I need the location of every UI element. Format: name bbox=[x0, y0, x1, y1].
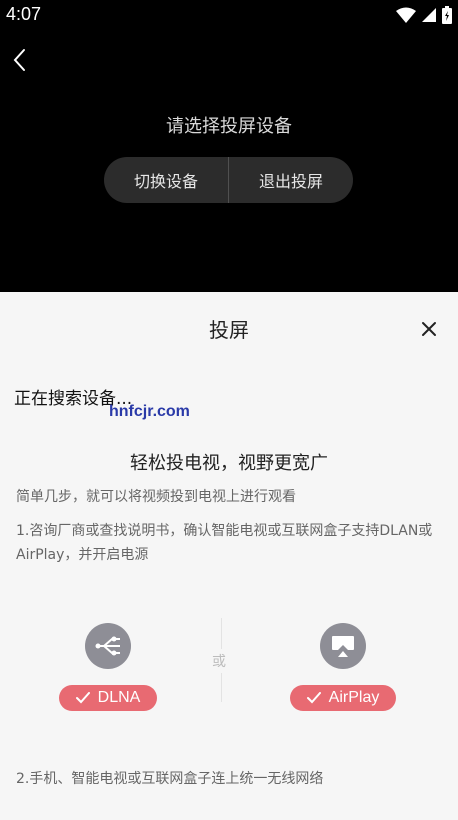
check-icon bbox=[75, 692, 90, 704]
sheet-title: 投屏 bbox=[209, 318, 249, 342]
back-button[interactable] bbox=[8, 46, 34, 74]
close-icon bbox=[422, 322, 436, 336]
chevron-left-icon bbox=[13, 49, 25, 71]
watermark: hnfcjr.com bbox=[109, 403, 190, 420]
share-nodes-icon bbox=[85, 623, 131, 669]
promo-subtitle: 简单几步，就可以将视频投到电视上进行观看 bbox=[16, 489, 296, 505]
exit-cast-button[interactable]: 退出投屏 bbox=[229, 157, 353, 203]
step-2-text: 2.手机、智能电视或互联网盒子连上统一无线网络 bbox=[16, 771, 324, 787]
check-icon bbox=[306, 692, 321, 704]
select-device-title: 请选择投屏设备 bbox=[166, 116, 292, 137]
airplay-tag: AirPlay bbox=[290, 685, 396, 711]
battery-icon bbox=[442, 6, 452, 24]
status-time: 4:07 bbox=[6, 4, 42, 24]
or-text: 或 bbox=[212, 649, 226, 673]
switch-device-button[interactable]: 切换设备 bbox=[104, 157, 228, 203]
status-bar: 4:07 bbox=[0, 0, 458, 30]
dlna-tag: DLNA bbox=[59, 685, 157, 711]
status-icons bbox=[396, 6, 452, 24]
airplay-screen-icon bbox=[320, 623, 366, 669]
signal-icon bbox=[422, 8, 436, 22]
airplay-option[interactable]: AirPlay bbox=[287, 623, 399, 711]
airplay-label: AirPlay bbox=[328, 689, 380, 706]
wifi-icon bbox=[396, 7, 416, 23]
promo-title: 轻松投电视，视野更宽广 bbox=[130, 453, 328, 474]
close-button[interactable] bbox=[418, 318, 440, 340]
dlna-label: DLNA bbox=[97, 689, 141, 706]
cast-sheet: 投屏 正在搜索设备... hnfcjr.com 轻松投电视，视野更宽广 简单几步… bbox=[0, 292, 458, 820]
step-1-text: 1.咨询厂商或查找说明书，确认智能电视或互联网盒子支持DLAN或AirPlay，… bbox=[16, 523, 433, 563]
dlna-option[interactable]: DLNA bbox=[53, 623, 163, 711]
cast-actions: 切换设备 退出投屏 bbox=[104, 157, 353, 203]
